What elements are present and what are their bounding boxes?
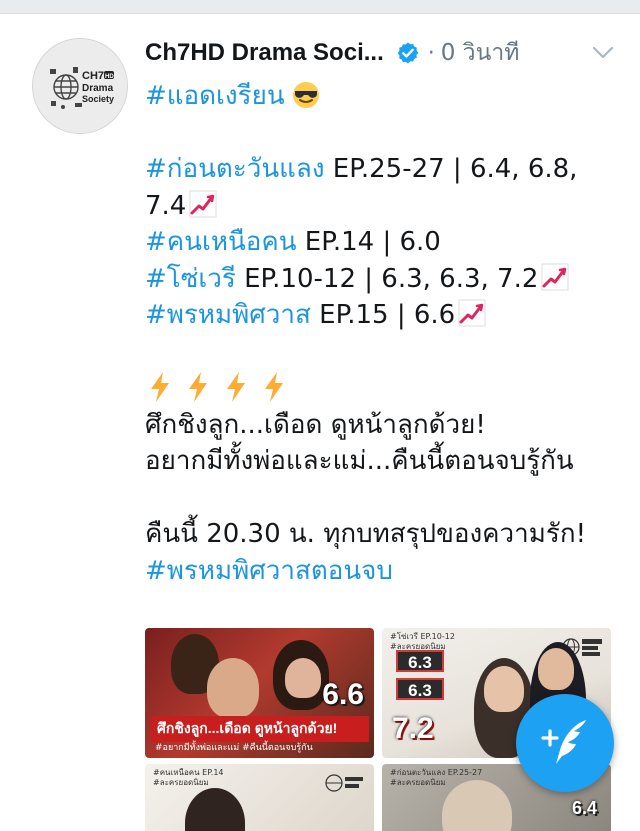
profile-avatar[interactable]: CH7 HD Drama Society <box>32 38 128 134</box>
tweet-line: อยากมีทั้งพ่อและแม่...คืนนี้ตอนจบรู้กัน <box>145 443 615 480</box>
thumbnail-caption: ศึกชิงลูก...เดือด ดูหน้าลูกด้วย! <box>151 716 369 742</box>
sunglasses-face-icon <box>292 82 319 108</box>
tweet-text-segment: EP.15 | 6.6 <box>310 300 456 330</box>
tweet-line: 7.4 <box>145 188 615 225</box>
lightning-bolt-icon <box>227 372 245 402</box>
tweet-line <box>145 370 615 407</box>
media-thumbnail-1[interactable]: 6.6 ศึกชิงลูก...เดือด ดูหน้าลูกด้วย! #อย… <box>145 628 374 758</box>
tweet-text-segment: EP.25-27 | 6.4, 6.8, <box>324 154 578 184</box>
tweet-text-segment: ศึกชิงลูก...เดือด ดูหน้าลูกด้วย! <box>145 409 486 440</box>
tweet-text-segment: คืนนี้ 20.30 น. ทุกบทสรุปของความรัก! <box>145 519 587 549</box>
score-box: 6.3 <box>396 678 444 700</box>
chevron-down-icon[interactable] <box>590 39 616 65</box>
display-name[interactable]: Ch7HD Drama Soci... <box>145 39 384 67</box>
tweet-text-segment: 7.4 <box>145 190 187 221</box>
tweet-text-segment: อยากมีทั้งพ่อและแม่...คืนนี้ตอนจบรู้กัน <box>145 446 574 476</box>
tweet-line: #พรหมพิศวาส EP.15 | 6.6 <box>145 297 615 334</box>
tweet-line: คืนนี้ 20.30 น. ทุกบทสรุปของความรัก! <box>145 516 615 553</box>
lightning-bolt-icon <box>151 372 169 402</box>
media-thumbnail-3[interactable]: #คนเหนือคน EP.14 #ละครยอดนิยม <box>145 764 374 831</box>
hashtag-link[interactable]: #พรหมพิศวาสตอนจบ <box>145 556 393 586</box>
thumbnail-scores: 6.3 6.3 <box>396 650 444 706</box>
svg-text:CH7: CH7 <box>82 70 104 82</box>
channel-logo-icon <box>325 774 363 792</box>
svg-text:Society: Society <box>82 94 114 104</box>
tweet-line: #คนเหนือคน EP.14 | 6.0 <box>145 224 615 261</box>
thumbnail-subcaption: #อยากมีทั้งพ่อและแม่ #คืนนี้ตอนจบรู้กัน <box>155 743 313 753</box>
person-figure <box>538 648 574 690</box>
tweet-text: #แอดเงรียน #ก่อนตะวันแลง EP.25-27 | 6.4, … <box>145 78 615 589</box>
tweet-line: #ก่อนตะวันแลง EP.25-27 | 6.4, 6.8, <box>145 151 615 188</box>
hashtag-link[interactable]: #โซ่เวรี <box>145 264 236 294</box>
hashtag-link[interactable]: #คนเหนือคน <box>145 227 297 257</box>
ch7-drama-society-logo: CH7 HD Drama Society <box>33 39 127 133</box>
tweet-timestamp[interactable]: 0 วินาที <box>441 35 520 71</box>
tweet-line: ศึกชิงลูก...เดือด ดูหน้าลูกด้วย! <box>145 407 615 444</box>
verified-badge-icon <box>397 42 418 64</box>
thumbnail-rating: 6.6 <box>322 678 364 711</box>
compose-tweet-button[interactable] <box>516 694 614 792</box>
thumbnail-label: #โซ่เวรี EP.10-12 #ละครยอดนิยม <box>390 632 455 651</box>
hashtag-link[interactable]: #พรหมพิศวาส <box>145 300 311 330</box>
svg-text:Drama: Drama <box>82 83 114 94</box>
tweet-header: Ch7HD Drama Soci... · 0 วินาที <box>145 33 625 73</box>
top-status-bar <box>0 0 640 14</box>
tweet-text-segment: EP.10-12 | 6.3, 6.3, 7.2 <box>235 263 539 294</box>
hashtag-link[interactable]: #แอดเงรียน <box>145 81 285 111</box>
person-figure <box>207 658 259 718</box>
svg-text:HD: HD <box>105 74 114 80</box>
compose-quill-plus-icon <box>541 720 586 764</box>
hashtag-link[interactable]: #ก่อนตะวันแลง <box>145 154 325 184</box>
thumbnail-rating: 7.2 <box>392 712 434 745</box>
score-box: 6.3 <box>396 650 444 672</box>
person-figure <box>285 658 321 698</box>
tweet-line: #พรหมพิศวาสตอนจบ <box>145 553 615 590</box>
meta-separator: · <box>427 40 435 66</box>
thumbnail-label: #คนเหนือคน EP.14 #ละครยอดนิยม <box>153 768 224 787</box>
chart-increasing-icon <box>458 299 486 327</box>
person-figure <box>185 788 245 831</box>
lightning-bolt-icon <box>265 372 283 402</box>
tweet-text-segment: EP.14 | 6.0 <box>296 227 441 257</box>
chart-increasing-icon <box>189 190 217 217</box>
tweet-line: #แอดเงรียน <box>145 78 615 115</box>
chart-increasing-icon <box>541 263 569 290</box>
tweet-line: #โซ่เวรี EP.10-12 | 6.3, 6.3, 7.2 <box>145 261 615 298</box>
lightning-bolt-icon <box>189 372 207 402</box>
thumbnail-rating: 6.4 <box>571 798 597 818</box>
